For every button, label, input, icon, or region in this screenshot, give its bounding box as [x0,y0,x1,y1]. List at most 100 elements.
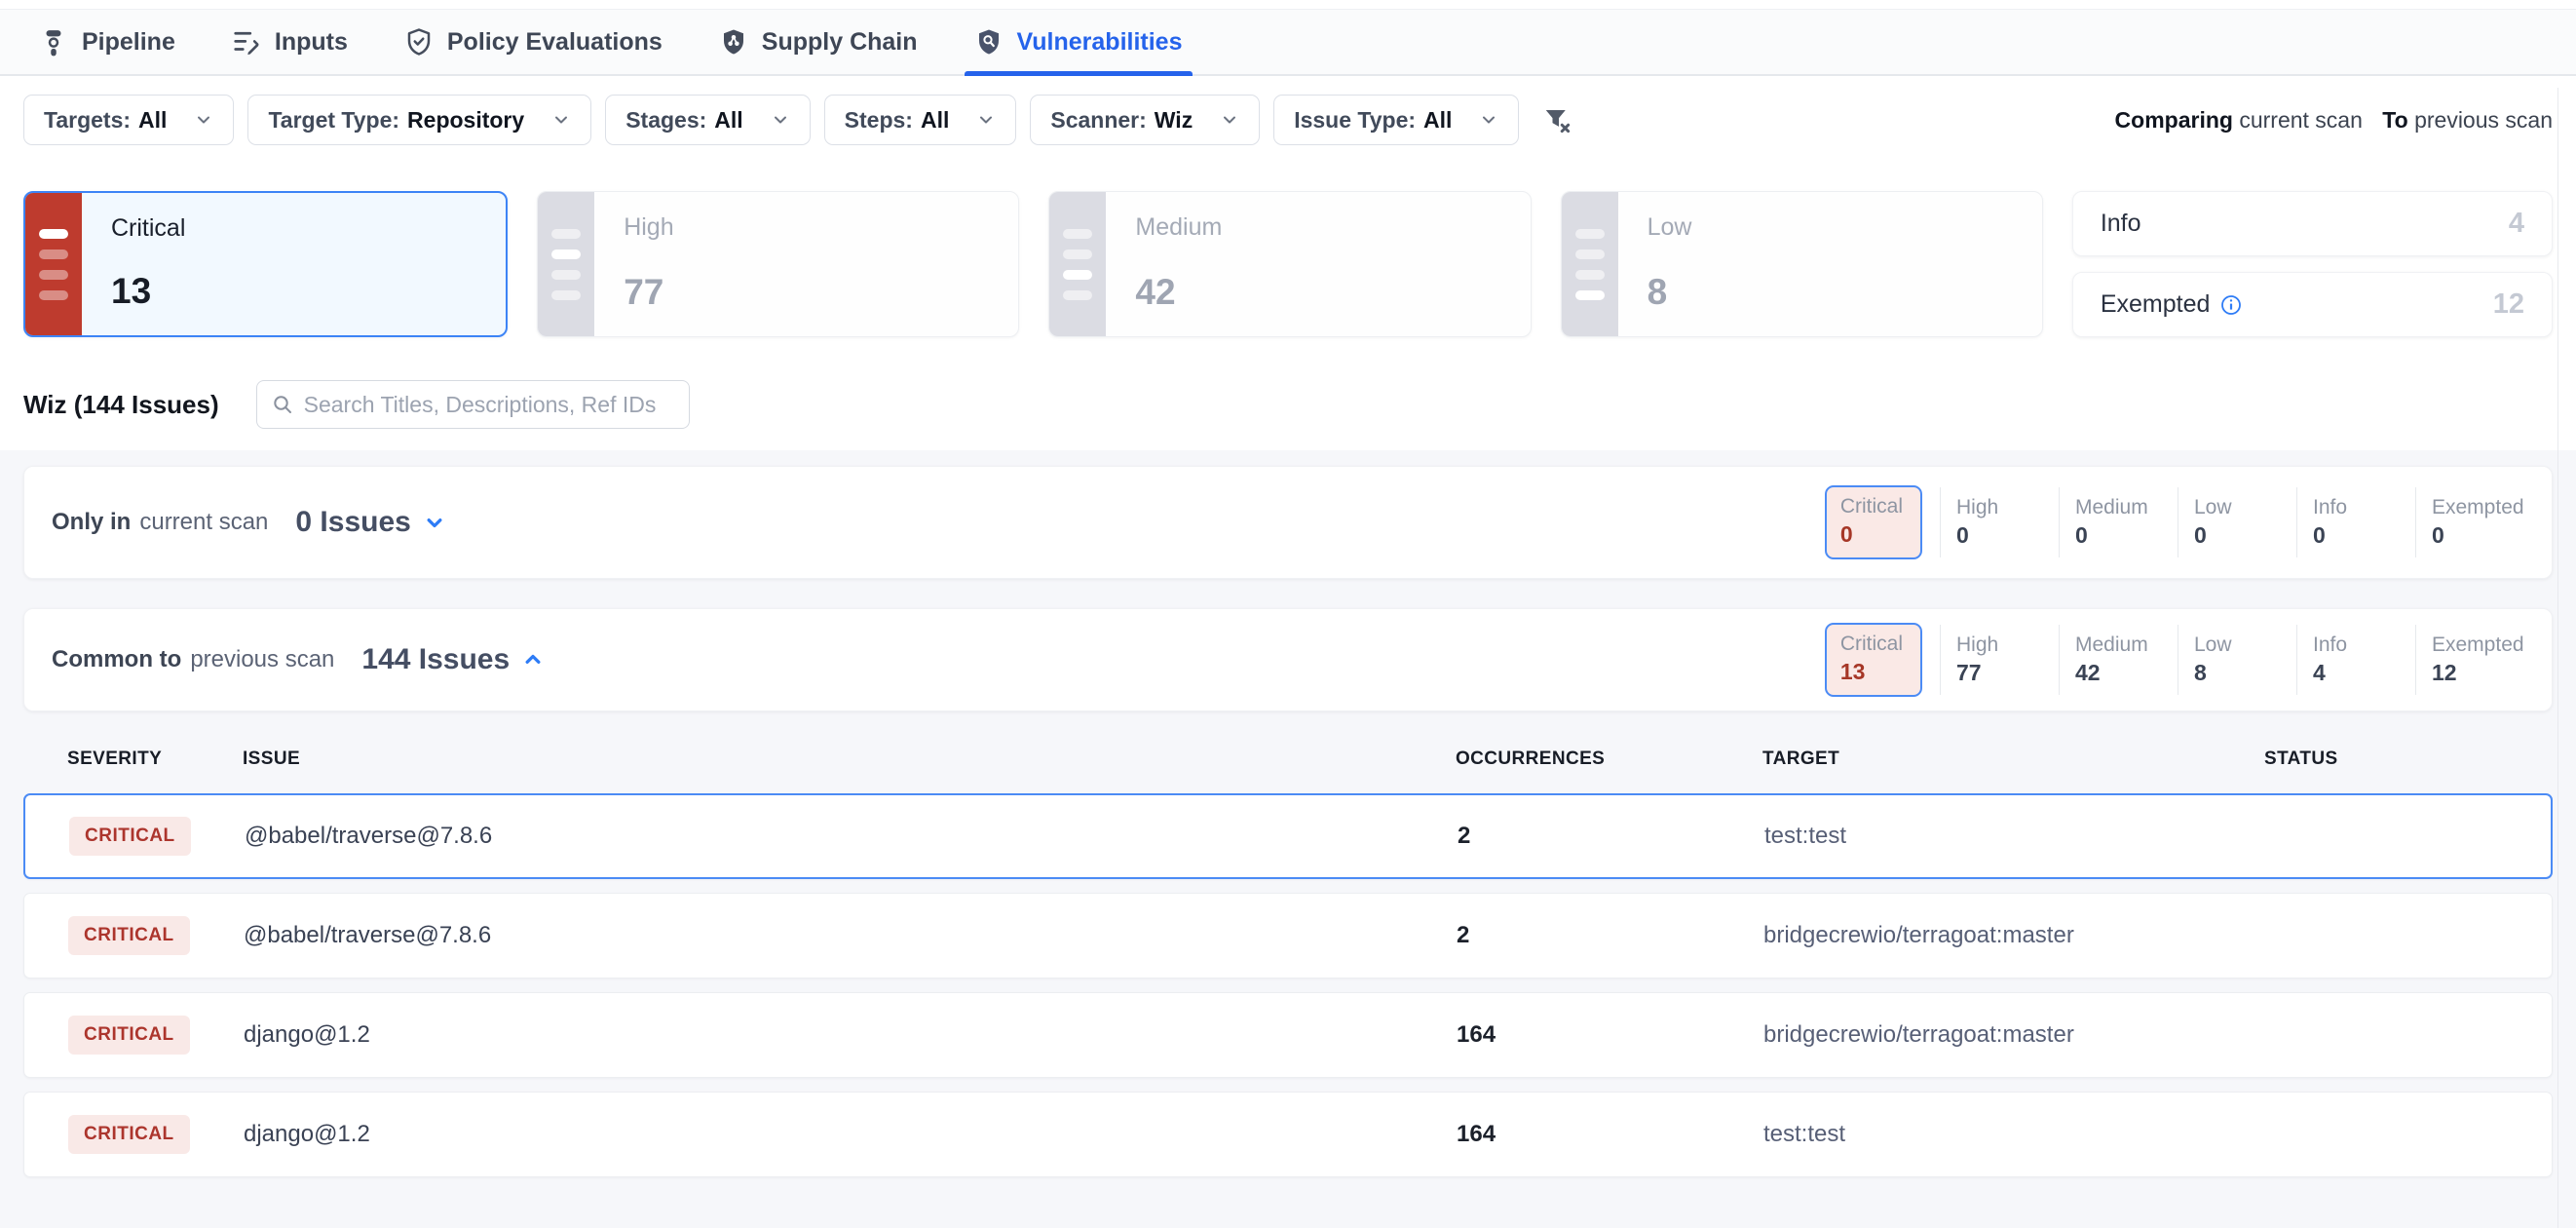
filter-dropdown[interactable]: Targets: All [23,95,234,145]
chip-label: Medium [2075,496,2148,519]
tab-pipeline[interactable]: Pipeline [39,10,175,74]
section-issues-toggle[interactable]: 0 Issues [295,506,447,539]
section-issues-toggle[interactable]: 144 Issues [361,643,547,676]
severity-card[interactable]: Medium 42 [1048,191,1531,337]
filter-dropdown[interactable]: Scanner: Wiz [1030,95,1260,145]
chip-count: 0 [1956,522,1998,549]
window-top-strip [0,0,2576,10]
filter-label: Steps: [845,107,913,134]
severity-chip[interactable]: High 0 [1940,487,2059,557]
cell-occurrences: 2 [1457,922,1763,949]
severity-chip[interactable]: Info 0 [2296,487,2415,557]
filter-value: Repository [407,107,524,134]
filter-dropdown[interactable]: Steps: All [824,95,1017,145]
filter-dropdown[interactable]: Issue Type: All [1273,95,1519,145]
section-rest-label: previous scan [190,646,334,673]
filter-value: All [714,107,742,134]
exempted-card-label: Exempted [2101,290,2244,319]
severity-chip[interactable]: Exempted 12 [2415,625,2534,695]
tab-vulnerabilities[interactable]: Vulnerabilities [974,10,1183,74]
tab-label: Supply Chain [762,28,918,57]
filter-label: Stages: [625,107,706,134]
chip-label: Low [2194,633,2232,657]
severity-card-label: Medium [1135,213,1510,242]
chevron-down-icon [1479,110,1498,130]
tab-inputs[interactable]: Inputs [232,10,348,74]
severity-chip[interactable]: High 77 [1940,625,2059,695]
severity-card-count: 13 [111,271,486,312]
info-icon[interactable] [2219,293,2243,317]
table-row[interactable]: CRITICAL django@1.2 164 bridgecrewio/ter… [23,992,2553,1078]
severity-chip[interactable]: Critical 0 [1825,487,1922,557]
severity-chip[interactable]: Medium 0 [2059,487,2178,557]
cell-occurrences: 164 [1457,1021,1763,1049]
cell-issue: django@1.2 [244,1021,1457,1049]
chip-count: 8 [2194,660,2232,686]
chip-label: Exempted [2432,633,2524,657]
column-header-occurrences: OCCURRENCES [1456,748,1762,770]
tab-supply-chain[interactable]: Supply Chain [719,10,918,74]
tab-label: Pipeline [82,28,175,57]
filter-value: Wiz [1155,107,1193,134]
severity-chip[interactable]: Low 8 [2178,625,2296,695]
severity-chip[interactable]: Low 0 [2178,487,2296,557]
cell-occurrences: 2 [1458,823,1764,850]
chevron-down-icon [421,509,448,536]
severity-card[interactable]: Low 8 [1561,191,2043,337]
severity-chip[interactable]: Medium 42 [2059,625,2178,695]
filter-dropdown[interactable]: Stages: All [605,95,810,145]
inputs-icon [232,27,261,57]
vulnerabilities-page: Pipeline Inputs Policy Evaluations [0,0,2576,1228]
severity-chip[interactable]: Exempted 0 [2415,487,2534,557]
column-header-severity: SEVERITY [67,748,243,770]
scroll-track[interactable] [2557,88,2558,1228]
table-row[interactable]: CRITICAL @babel/traverse@7.8.6 2 test:te… [23,793,2553,879]
severity-chip[interactable]: Critical 13 [1825,625,1922,695]
chevron-down-icon [771,110,790,130]
chip-label: Medium [2075,633,2148,657]
scanner-heading-row: Wiz (144 Issues) [0,370,2576,450]
filter-dropdown[interactable]: Target Type: Repository [247,95,591,145]
comparing-current: current scan [2239,107,2363,133]
tab-policy-evaluations[interactable]: Policy Evaluations [404,10,663,74]
tab-label: Vulnerabilities [1017,28,1183,57]
search-box[interactable] [256,380,690,429]
filter-value: All [921,107,949,134]
severity-card[interactable]: Critical 13 [23,191,508,337]
table-row[interactable]: CRITICAL @babel/traverse@7.8.6 2 bridgec… [23,893,2553,979]
column-header-target: TARGET [1762,748,2264,770]
severity-chip[interactable]: Info 4 [2296,625,2415,695]
exempted-label-text: Exempted [2101,290,2211,319]
exempted-card[interactable]: Exempted 12 [2072,272,2553,337]
section-issues-count: 0 Issues [295,506,410,539]
comparing-previous: previous scan [2414,107,2553,133]
tab-label: Policy Evaluations [447,28,663,57]
cell-issue: @babel/traverse@7.8.6 [244,922,1457,949]
chip-count: 0 [2194,522,2232,549]
table-row[interactable]: CRITICAL django@1.2 164 test:test [23,1092,2553,1177]
severity-card-label: High [624,213,999,242]
cell-issue: django@1.2 [244,1121,1457,1148]
chevron-down-icon [551,110,571,130]
filter-label: Scanner: [1050,107,1146,134]
shield-network-icon [719,27,748,57]
issues-table-body: CRITICAL @babel/traverse@7.8.6 2 test:te… [23,793,2553,1177]
exempted-card-count: 12 [2493,288,2524,321]
search-icon [271,393,294,416]
chip-label: Exempted [2432,496,2524,519]
cell-target: bridgecrewio/terragoat:master [1763,1021,2265,1049]
severity-card-count: 42 [1135,272,1510,313]
severity-card-count: 8 [1648,272,2023,313]
chip-count: 42 [2075,660,2148,686]
clear-filters-button[interactable] [1542,105,1572,134]
chip-count: 0 [2432,522,2524,549]
section-rest-label: current scan [139,509,268,536]
filter-value: All [1423,107,1452,134]
search-input[interactable] [304,392,675,418]
chip-count: 12 [2432,660,2524,686]
shield-check-icon [404,27,434,57]
severity-card[interactable]: High 77 [537,191,1019,337]
issues-table-header: SEVERITY ISSUE OCCURRENCES TARGET STATUS [23,725,2553,793]
info-card[interactable]: Info 4 [2072,191,2553,256]
cell-issue: @babel/traverse@7.8.6 [245,823,1458,850]
